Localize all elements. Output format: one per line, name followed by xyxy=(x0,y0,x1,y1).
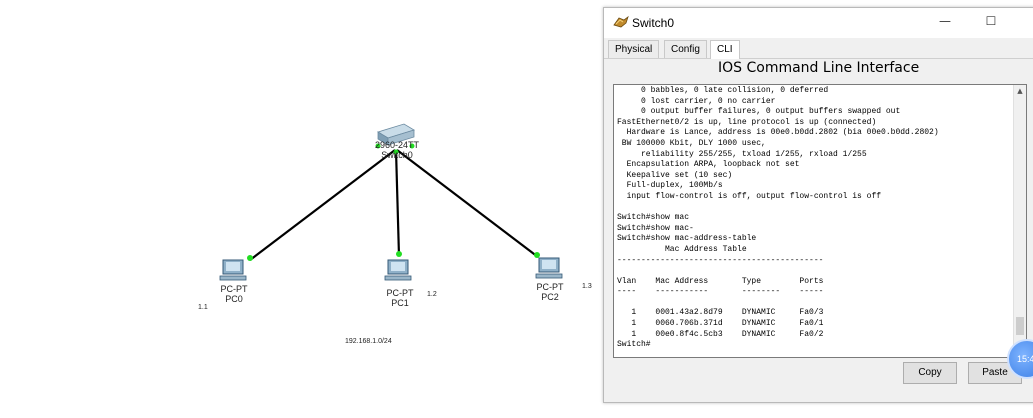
pc2-address: 1.3 xyxy=(582,283,592,290)
copy-button[interactable]: Copy xyxy=(903,362,957,384)
console-output[interactable]: 0 babbles, 0 late collision, 0 deferred … xyxy=(614,85,1026,351)
link-pc1-switch[interactable] xyxy=(394,149,401,257)
tab-bar: Physical Config CLI xyxy=(604,38,1033,59)
pc2-type: PC-PT xyxy=(536,282,564,292)
maximize-button[interactable]: ☐ xyxy=(976,14,1006,28)
title-bar[interactable]: Switch0 — ☐ ✕ xyxy=(604,8,1033,38)
tab-physical[interactable]: Physical xyxy=(608,40,660,58)
switch-name: Switch0 xyxy=(381,150,413,160)
clock-text: 15:4 xyxy=(1017,354,1033,364)
pc2-name: PC2 xyxy=(541,292,559,302)
pc1-label: PC-PT PC1 xyxy=(378,288,422,308)
pc1-icon[interactable] xyxy=(384,259,412,281)
link-pc2-switch[interactable] xyxy=(396,149,539,258)
cli-heading: IOS Command Line Interface xyxy=(718,60,920,76)
close-button[interactable]: ✕ xyxy=(1022,14,1033,28)
link-pc0-switch[interactable] xyxy=(249,149,396,261)
switch-model: 2960-24TT xyxy=(374,140,420,150)
port-indicator xyxy=(396,251,402,257)
pc1-address: 1.2 xyxy=(427,291,437,298)
scroll-thumb[interactable] xyxy=(1016,317,1024,335)
tab-cli[interactable]: CLI xyxy=(710,40,740,59)
minimize-button[interactable]: — xyxy=(930,14,960,28)
pc0-address: 1.1 xyxy=(198,304,208,311)
packet-tracer-icon xyxy=(613,15,629,28)
pc0-name: PC0 xyxy=(225,294,243,304)
window-title: Switch0 xyxy=(632,16,675,30)
topology-links xyxy=(219,123,563,281)
pc1-name: PC1 xyxy=(391,298,409,308)
port-indicator xyxy=(247,255,253,261)
cli-console[interactable]: 0 babbles, 0 late collision, 0 deferred … xyxy=(613,84,1027,358)
pc1-type: PC-PT xyxy=(386,288,414,298)
pc2-label: PC-PT PC2 xyxy=(528,282,572,302)
switch-label: 2960-24TT Switch0 xyxy=(362,140,432,160)
network-label: 192.168.1.0/24 xyxy=(345,338,392,345)
switch-window: Switch0 — ☐ ✕ Physical Config CLI IOS Co… xyxy=(603,7,1033,403)
pc2-icon[interactable] xyxy=(535,257,563,279)
scroll-up-arrow-icon[interactable]: ▲ xyxy=(1014,85,1026,97)
port-indicator xyxy=(534,252,540,258)
topology-canvas[interactable]: 2960-24TT Switch0 PC-PT PC0 PC-PT PC1 PC… xyxy=(0,0,603,418)
pc0-icon[interactable] xyxy=(219,259,247,281)
tab-config[interactable]: Config xyxy=(664,40,707,58)
pc0-label: PC-PT PC0 xyxy=(212,284,256,304)
console-scrollbar[interactable]: ▲ ▼ xyxy=(1013,85,1026,357)
pc0-type: PC-PT xyxy=(220,284,248,294)
